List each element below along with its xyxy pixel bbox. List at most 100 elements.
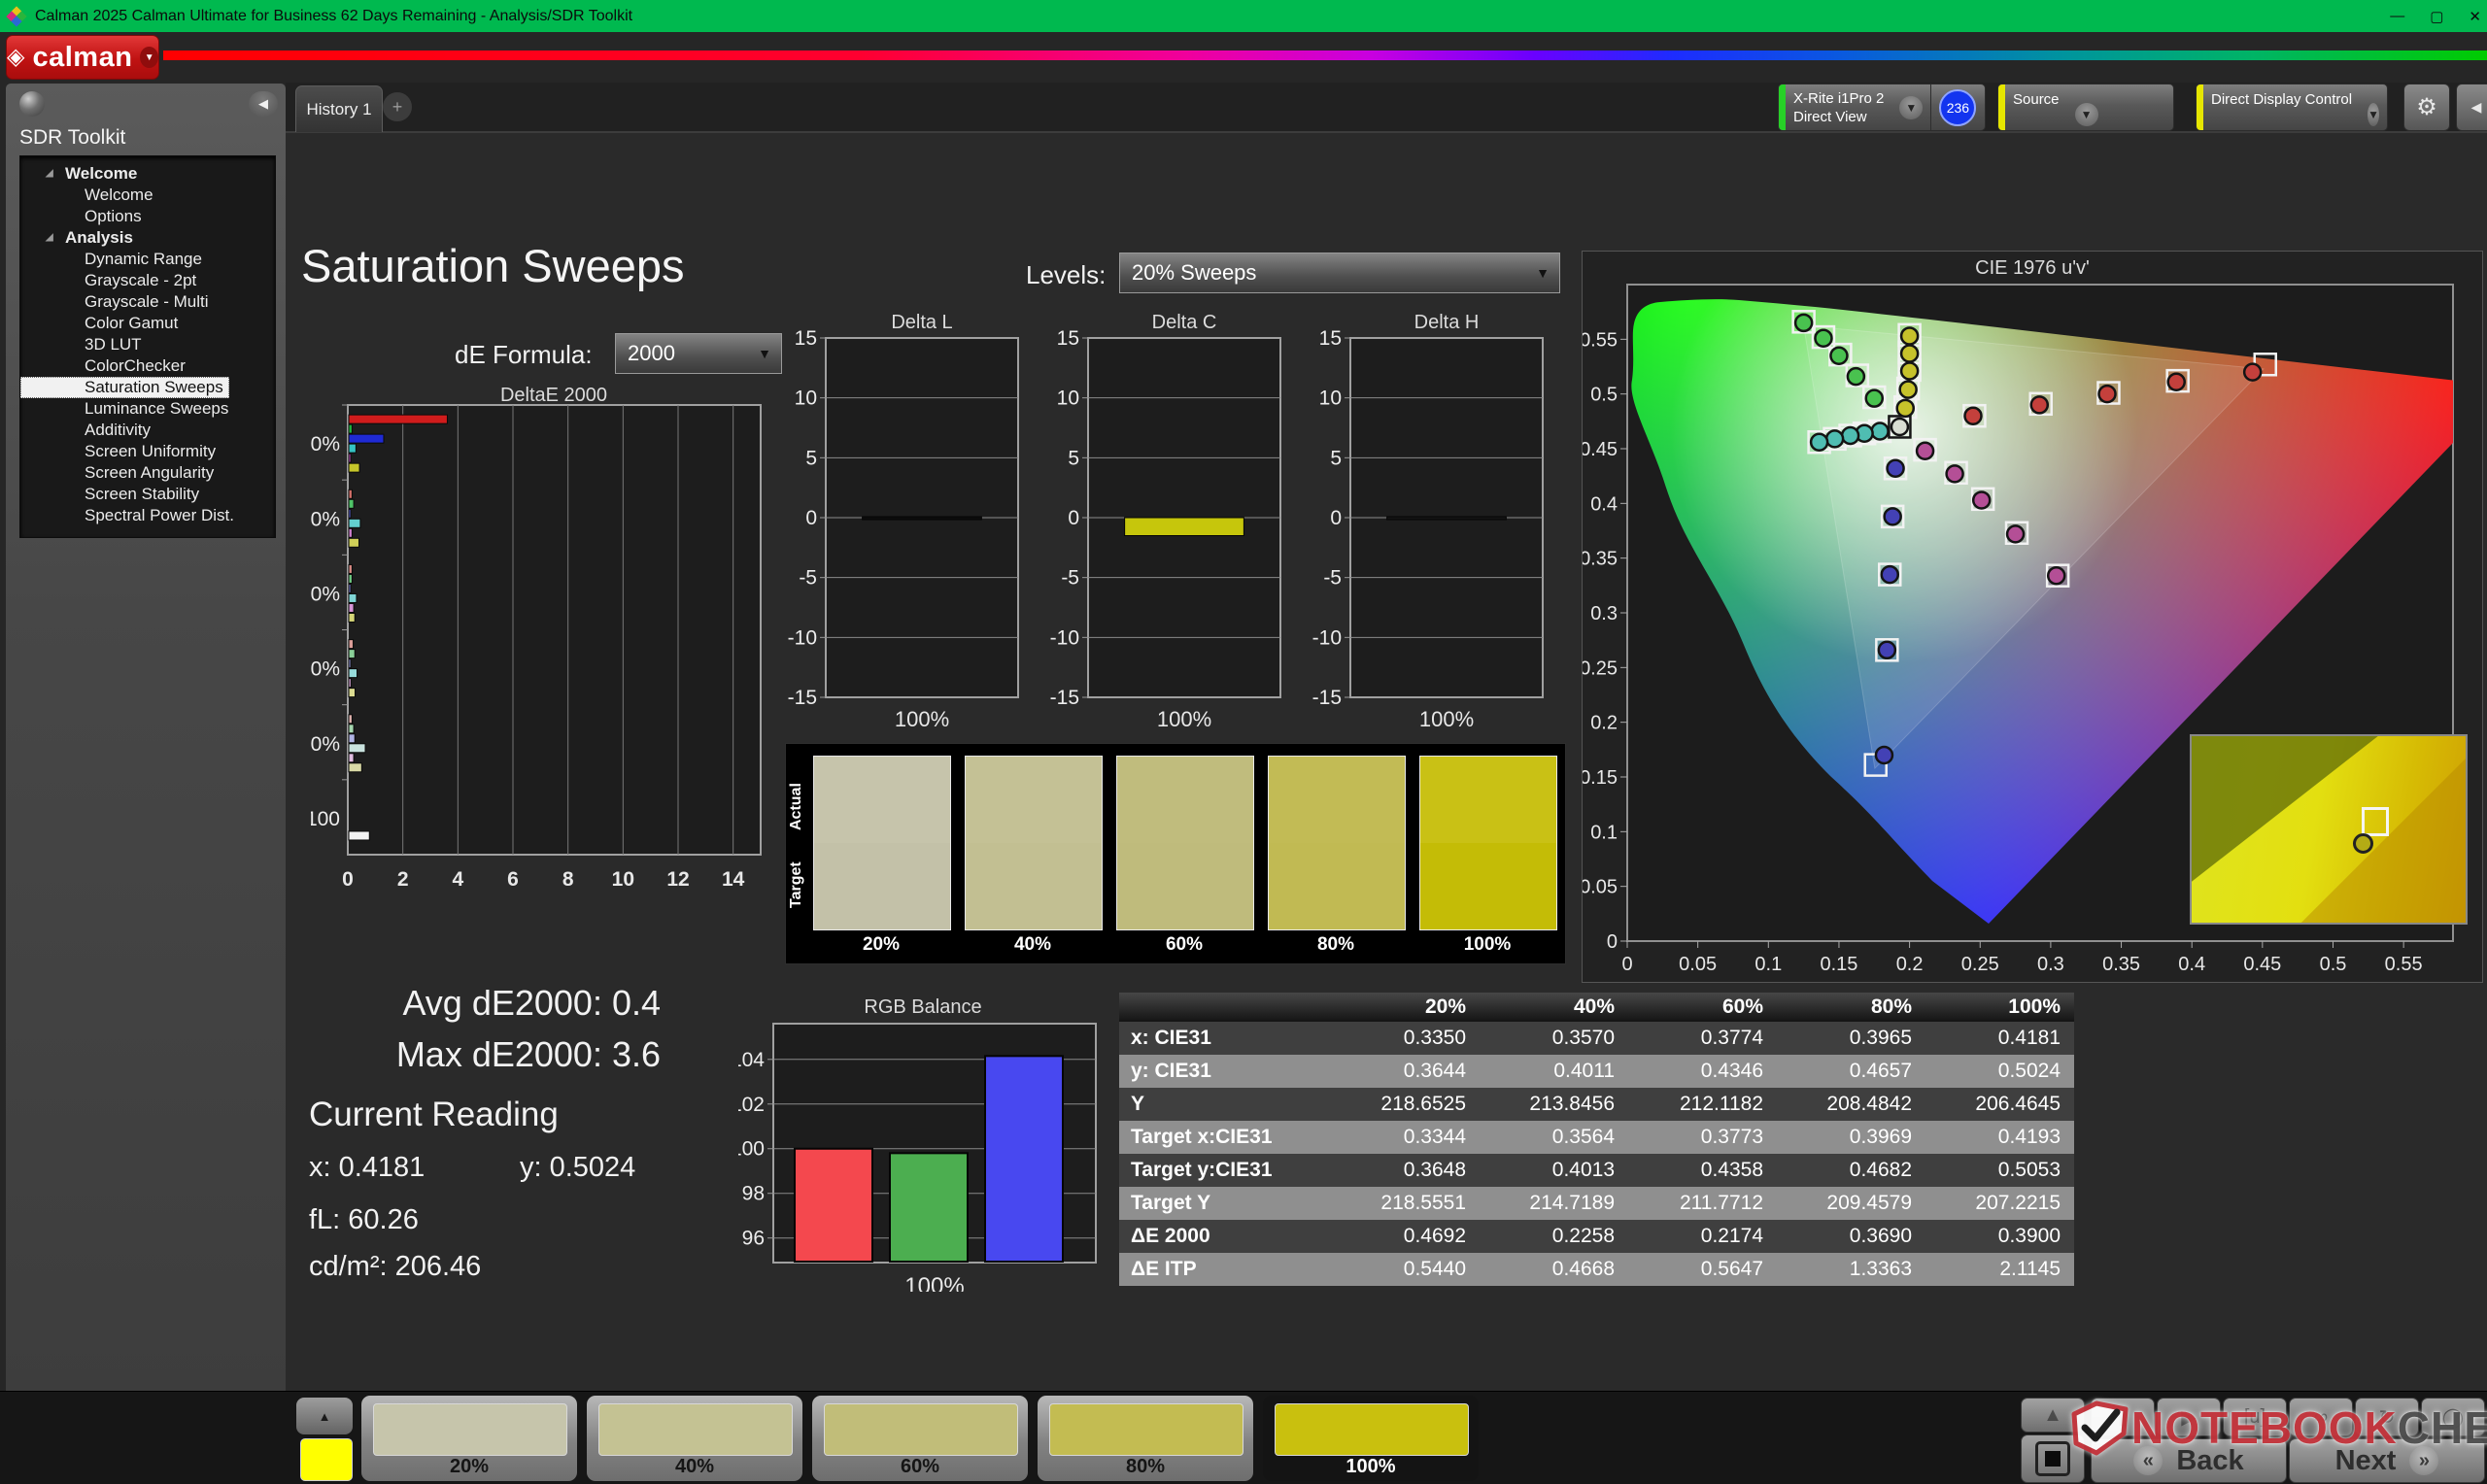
loop-button[interactable]: ∞ bbox=[2289, 1398, 2353, 1436]
calman-diamond-icon: ◈ bbox=[7, 44, 25, 70]
sidebar-item-screen-stability[interactable]: Screen Stability bbox=[20, 484, 275, 505]
calman-menu-button[interactable]: ◈ calman ▼ bbox=[6, 35, 159, 80]
sidebar-item-welcome[interactable]: Welcome bbox=[20, 185, 275, 206]
sidebar-item-grayscale-2pt[interactable]: Grayscale - 2pt bbox=[20, 270, 275, 291]
sidebar-item-label: Analysis bbox=[65, 228, 133, 247]
minimize-button[interactable]: — bbox=[2390, 8, 2404, 24]
sidebar-item-dynamic-range[interactable]: Dynamic Range bbox=[20, 249, 275, 270]
svg-text:0.4: 0.4 bbox=[2178, 954, 2205, 975]
sidebar-collapse-button[interactable]: ◀ bbox=[249, 91, 278, 117]
add-tab-button[interactable]: + bbox=[383, 92, 412, 121]
table-cell: 0.2258 bbox=[1480, 1220, 1628, 1253]
table-cell: 0.3344 bbox=[1331, 1121, 1480, 1154]
svg-text:0.05: 0.05 bbox=[1583, 877, 1618, 898]
sidebar-item-screen-uniformity[interactable]: Screen Uniformity bbox=[20, 441, 275, 462]
table-cell: 0.4682 bbox=[1777, 1154, 1925, 1187]
actual-swatch bbox=[814, 757, 950, 843]
tab-history-1[interactable]: History 1 bbox=[295, 85, 383, 132]
chevron-left-icon: ◀ bbox=[2470, 99, 2482, 115]
sidebar-item-spectral-power-dist-[interactable]: Spectral Power Dist. bbox=[20, 505, 275, 526]
circle-icon: ◯ bbox=[2441, 1406, 2465, 1429]
back-button[interactable]: « Back bbox=[2091, 1438, 2287, 1483]
up-arrow-icon: ▲ bbox=[318, 1408, 331, 1424]
sidebar-item-3d-lut[interactable]: 3D LUT bbox=[20, 334, 275, 355]
sidebar-item-saturation-sweeps[interactable]: Saturation Sweeps bbox=[20, 377, 229, 398]
sweep-level-label: 100% bbox=[1346, 1456, 1396, 1477]
svg-text:0.3: 0.3 bbox=[2037, 954, 2064, 975]
chevron-down-icon: ▼ bbox=[2368, 102, 2379, 126]
next-button[interactable]: Next » bbox=[2289, 1438, 2485, 1483]
table-cell: 218.5551 bbox=[1331, 1187, 1480, 1220]
svg-text:5: 5 bbox=[805, 447, 817, 469]
sweep-level-button-80%[interactable]: 80% bbox=[1038, 1396, 1253, 1481]
sweep-level-button-60%[interactable]: 60% bbox=[812, 1396, 1028, 1481]
back-label: Back bbox=[2176, 1444, 2244, 1476]
de-formula-select[interactable]: 2000 ▼ bbox=[615, 333, 782, 374]
sweep-level-button-100%[interactable]: 100% bbox=[1263, 1396, 1479, 1481]
record-button[interactable]: ▮ bbox=[2091, 1398, 2155, 1436]
circle-button[interactable]: ◯ bbox=[2421, 1398, 2485, 1436]
svg-text:2: 2 bbox=[397, 868, 409, 891]
tree-expander-icon[interactable]: ◢ bbox=[46, 163, 53, 185]
chevron-left-icon: ◀ bbox=[258, 96, 268, 111]
svg-text:0.45: 0.45 bbox=[2243, 954, 2281, 975]
sidebar-item-grayscale-multi[interactable]: Grayscale - Multi bbox=[20, 291, 275, 313]
current-fl: fL: 60.26 bbox=[309, 1204, 419, 1235]
levels-select[interactable]: 20% Sweeps ▼ bbox=[1119, 253, 1560, 293]
source-dropdown[interactable]: Source ▼ bbox=[1997, 84, 2174, 131]
window-titlebar: Calman 2025 Calman Ultimate for Business… bbox=[0, 0, 2487, 32]
max-de2000: Max dE2000: 3.6 bbox=[395, 1034, 661, 1074]
table-cell: 0.4358 bbox=[1628, 1154, 1777, 1187]
svg-text:100%: 100% bbox=[311, 433, 340, 455]
calman-app-window: Calman 2025 Calman Ultimate for Business… bbox=[0, 0, 2487, 1484]
cie-1976-panel: CIE 1976 u'v' 0 0.05 0.1 0.15 0.2 0.25 0.3 0.35… bbox=[1582, 251, 2483, 983]
svg-text:0: 0 bbox=[1621, 954, 1632, 975]
sweep-level-button-20%[interactable]: 20% bbox=[361, 1396, 577, 1481]
svg-text:15: 15 bbox=[1057, 327, 1079, 350]
sidebar-sphere-button[interactable] bbox=[19, 91, 45, 117]
refresh-button[interactable]: ↻ bbox=[2355, 1398, 2419, 1436]
u-bracket-button[interactable]: [u] bbox=[2223, 1398, 2287, 1436]
meter-count-badge: 236 bbox=[1939, 88, 1977, 126]
play-button[interactable]: ▶ bbox=[2157, 1398, 2221, 1436]
row-label: Target y:CIE31 bbox=[1119, 1154, 1331, 1187]
sidebar-item-additivity[interactable]: Additivity bbox=[20, 420, 275, 441]
transport-up-button[interactable]: ▲ bbox=[2021, 1398, 2085, 1433]
window-title: Calman 2025 Calman Ultimate for Business… bbox=[35, 7, 633, 24]
sweep-level-label: 80% bbox=[1125, 1456, 1166, 1477]
table-row: x: CIE31 0.3350 0.3570 0.3774 0.3965 0.4181 bbox=[1119, 1022, 2074, 1055]
page-title: Saturation Sweeps bbox=[301, 240, 685, 291]
table-cell: 218.6525 bbox=[1331, 1088, 1480, 1121]
svg-text:0.35: 0.35 bbox=[1583, 549, 1618, 570]
meter-dropdown[interactable]: X-Rite i1Pro 2 Direct View ▼ 236 bbox=[1778, 84, 1986, 131]
sidebar-item-colorchecker[interactable]: ColorChecker bbox=[20, 355, 275, 377]
sidebar-item-options[interactable]: Options bbox=[20, 206, 275, 227]
maximize-button[interactable]: ▢ bbox=[2430, 8, 2443, 25]
close-button[interactable]: ✕ bbox=[2469, 8, 2481, 25]
meter-status-stripe bbox=[1779, 84, 1786, 130]
stop-button[interactable] bbox=[2021, 1434, 2085, 1483]
svg-text:0: 0 bbox=[1068, 507, 1079, 529]
svg-text:0.45: 0.45 bbox=[1583, 439, 1618, 460]
svg-text:10: 10 bbox=[795, 388, 817, 410]
svg-text:-15: -15 bbox=[1312, 687, 1342, 709]
sidebar-item-screen-angularity[interactable]: Screen Angularity bbox=[20, 462, 275, 484]
svg-text:-10: -10 bbox=[788, 626, 817, 649]
table-cell: 214.7189 bbox=[1480, 1187, 1628, 1220]
sidebar-item-analysis[interactable]: ◢ Analysis bbox=[20, 227, 275, 249]
table-header-row: 20% 40% 60% 80% 100% bbox=[1119, 993, 2074, 1022]
sidebar-item-welcome[interactable]: ◢ Welcome bbox=[20, 163, 275, 185]
sidebar-item-color-gamut[interactable]: Color Gamut bbox=[20, 313, 275, 334]
sidebar-item-luminance-sweeps[interactable]: Luminance Sweeps bbox=[20, 398, 275, 420]
next-label: Next bbox=[2334, 1444, 2397, 1476]
svg-text:0.05: 0.05 bbox=[1679, 954, 1717, 975]
tree-expander-icon[interactable]: ◢ bbox=[46, 227, 53, 249]
table-cell: 0.3648 bbox=[1331, 1154, 1480, 1187]
collapse-panel-button[interactable]: ◀ bbox=[2456, 84, 2487, 131]
sweep-level-button-40%[interactable]: 40% bbox=[587, 1396, 802, 1481]
table-cell: 0.3350 bbox=[1331, 1022, 1480, 1055]
swatch-scroll-up-button[interactable]: ▲ bbox=[296, 1398, 353, 1434]
display-control-dropdown[interactable]: Direct Display Control ▼ bbox=[2196, 84, 2388, 131]
target-label: Target bbox=[788, 861, 804, 908]
settings-button[interactable]: ⚙ bbox=[2403, 84, 2450, 131]
